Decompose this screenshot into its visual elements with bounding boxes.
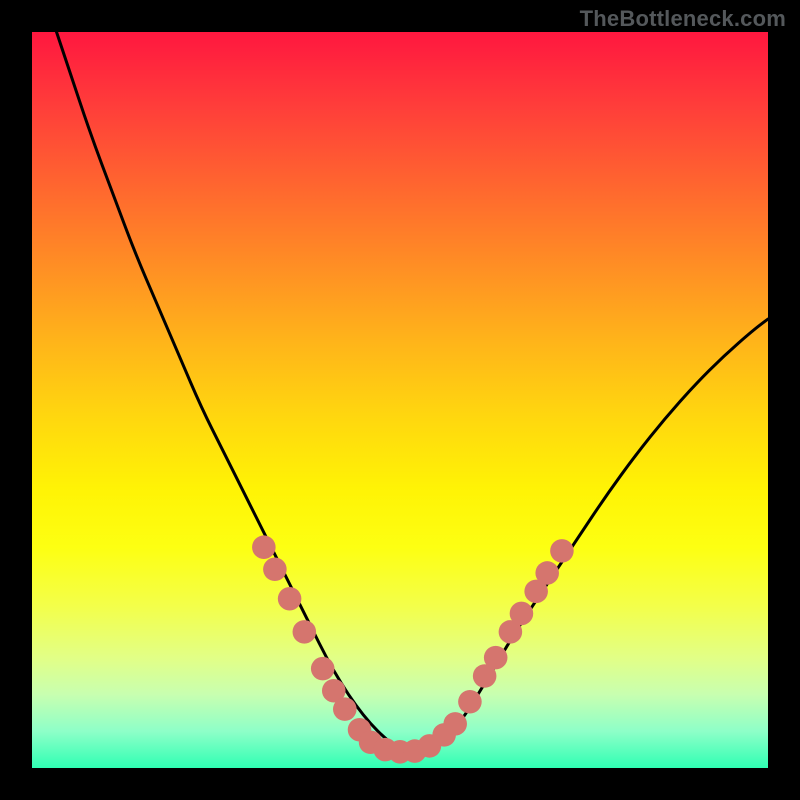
chart-container: TheBottleneck.com <box>0 0 800 800</box>
bottleneck-curve <box>54 32 768 752</box>
curve-marker <box>550 539 574 563</box>
curve-marker <box>510 602 534 626</box>
chart-svg <box>32 32 768 768</box>
curve-marker <box>252 535 276 559</box>
curve-marker <box>535 561 559 585</box>
curve-markers <box>252 535 574 763</box>
curve-marker <box>458 690 482 714</box>
curve-marker <box>263 558 287 582</box>
curve-marker <box>484 646 508 670</box>
watermark-label: TheBottleneck.com <box>580 6 786 32</box>
plot-area <box>32 32 768 768</box>
curve-marker <box>333 697 357 721</box>
curve-marker <box>278 587 302 611</box>
curve-marker <box>293 620 317 644</box>
curve-marker <box>443 712 467 736</box>
curve-marker <box>311 657 335 681</box>
